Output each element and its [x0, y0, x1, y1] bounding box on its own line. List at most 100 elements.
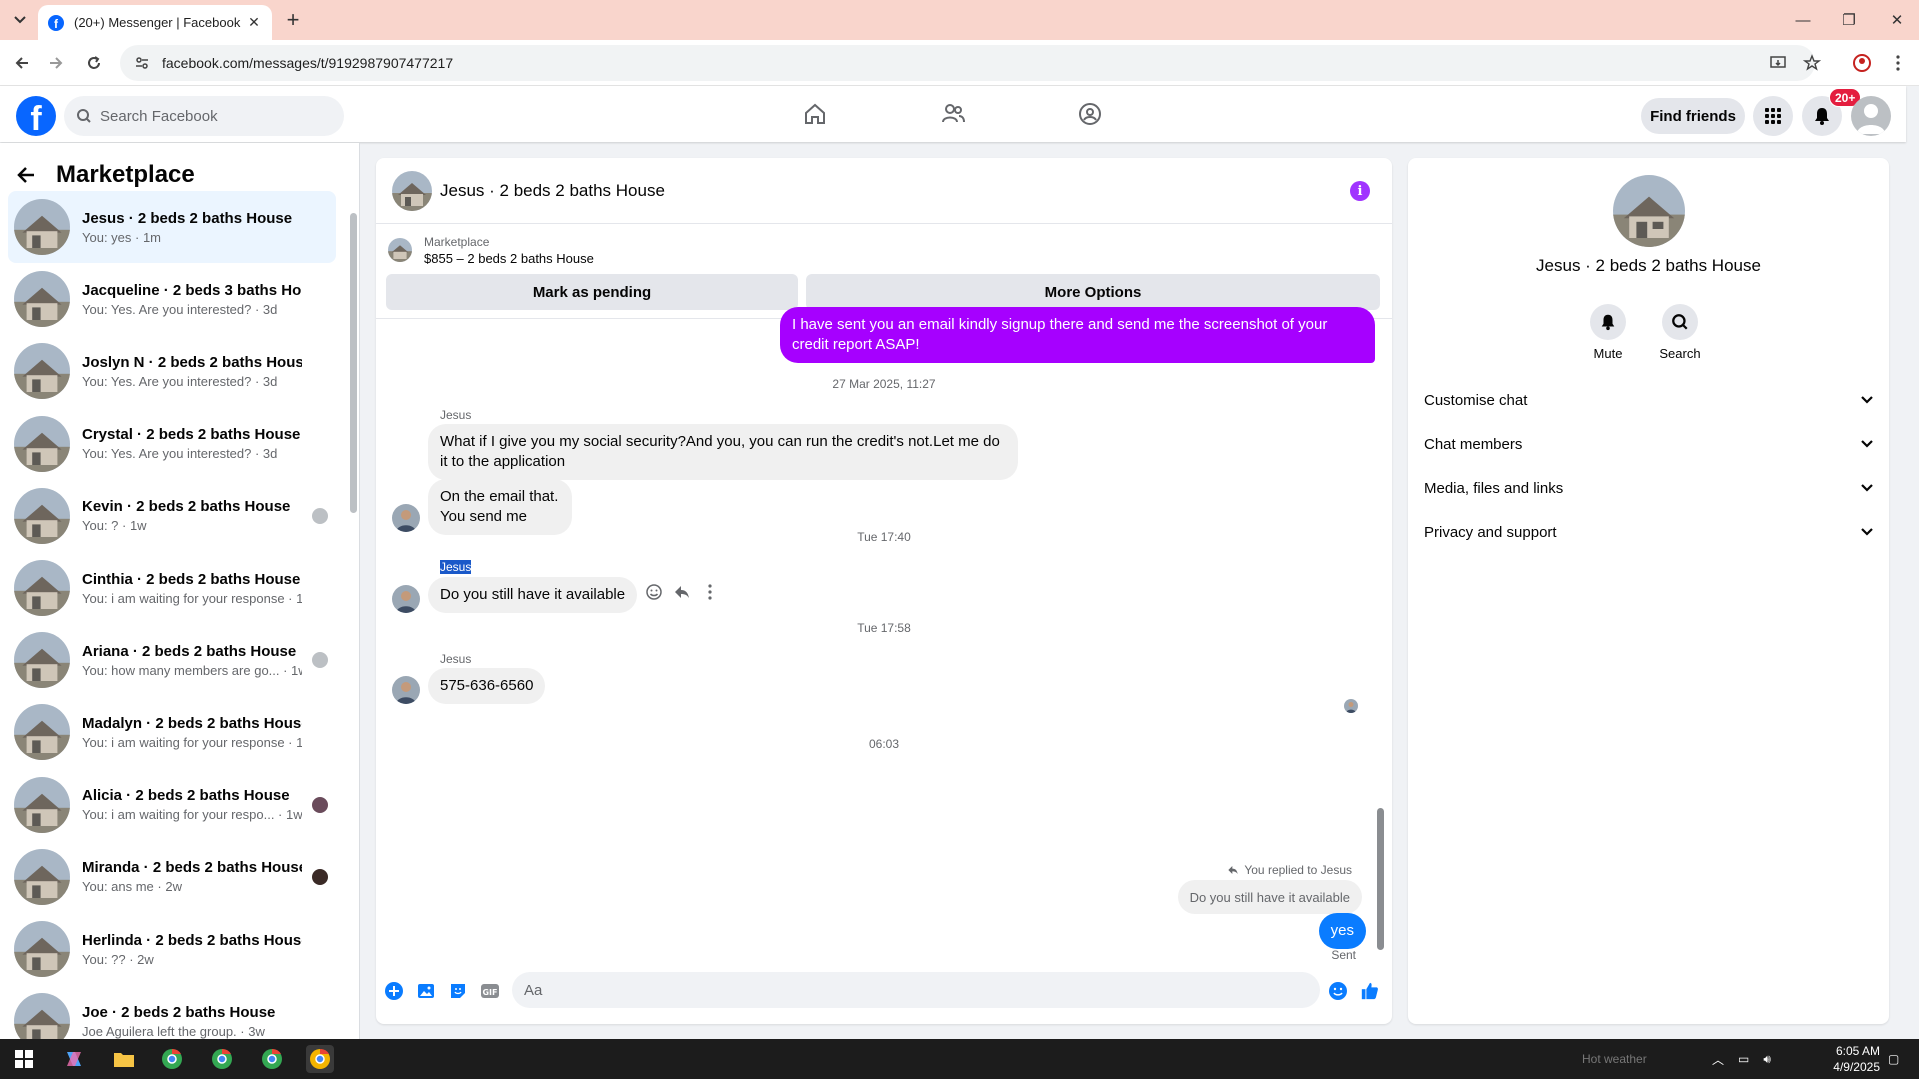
like-thumbs-up-icon[interactable]	[1360, 981, 1380, 1001]
new-tab-button[interactable]: +	[282, 7, 304, 32]
address-bar[interactable]: facebook.com/messages/t/9192987907477217	[120, 45, 1815, 81]
install-app-icon[interactable]	[1766, 51, 1790, 75]
conversation-item[interactable]: Madalyn · 2 beds 2 baths House You: i am …	[8, 696, 336, 768]
message-input[interactable]: Aa	[512, 972, 1320, 1008]
chat-scrollbar-thumb[interactable]	[1377, 808, 1384, 950]
customise-chat-row[interactable]: Customise chat	[1424, 385, 1874, 415]
windows-start-icon[interactable]	[10, 1045, 38, 1073]
chat-house-thumbnail[interactable]	[392, 170, 432, 211]
sidebar-scrollbar[interactable]	[350, 213, 357, 513]
conversation-item[interactable]: Joe · 2 beds 2 baths House Joe Aguilera l…	[8, 985, 336, 1039]
chevron-up-icon[interactable]: ︿	[1712, 1051, 1724, 1068]
taskbar-clock[interactable]: 6:05 AM 4/9/2025	[1816, 1043, 1880, 1075]
conversation-item[interactable]: Ariana · 2 beds 2 baths House You: how ma…	[8, 624, 336, 696]
chrome-profile-icon[interactable]	[258, 1045, 286, 1073]
outgoing-message[interactable]: yes	[1318, 913, 1366, 949]
find-friends-button[interactable]: Find friends	[1641, 98, 1745, 134]
chrome-app-icon[interactable]	[158, 1045, 186, 1073]
chat-avatar-large[interactable]	[1613, 175, 1685, 247]
conversation-thumbnail	[14, 415, 70, 472]
replied-quote[interactable]: Do you still have it available	[1177, 880, 1362, 914]
incoming-message[interactable]: Do you still have it available	[428, 577, 638, 613]
browser-toolbar: facebook.com/messages/t/9192987907477217	[0, 40, 1919, 86]
browser-tab[interactable]: f (20+) Messenger | Facebook ✕	[38, 5, 272, 40]
conversation-name: Madalyn · 2 beds 2 baths House	[82, 714, 302, 732]
photo-icon[interactable]	[416, 981, 436, 1001]
close-window-icon[interactable]: ✕	[1884, 8, 1910, 32]
conversation-item[interactable]: Cinthia · 2 beds 2 baths House You: i am …	[8, 552, 336, 624]
chrome-profile-icon[interactable]	[208, 1045, 236, 1073]
reply-icon[interactable]	[672, 582, 692, 602]
weather-widget[interactable]: Hot weather	[1582, 1039, 1647, 1079]
friends-nav-icon[interactable]	[933, 94, 973, 134]
close-tab-icon[interactable]: ✕	[246, 14, 262, 31]
sidebar-title: Marketplace	[56, 161, 195, 188]
mute-button[interactable]: Mute	[1578, 304, 1638, 361]
facebook-logo[interactable]: f	[16, 96, 56, 136]
volume-icon[interactable]: 🔊︎	[1763, 1052, 1771, 1067]
conversation-name: Miranda · 2 beds 2 baths House	[82, 859, 302, 877]
groups-nav-icon[interactable]	[1070, 94, 1110, 134]
reload-icon[interactable]	[82, 51, 106, 75]
conversation-item[interactable]: Crystal · 2 beds 2 baths House You: Yes. …	[8, 408, 336, 480]
seen-avatar-icon	[312, 796, 328, 813]
clock-time: 6:05 AM	[1835, 1044, 1880, 1058]
info-icon[interactable]: i	[1350, 181, 1370, 201]
bookmark-star-icon[interactable]	[1800, 51, 1824, 75]
profile-icon[interactable]	[1850, 51, 1874, 75]
back-arrow-icon[interactable]	[16, 165, 36, 185]
timestamp: 06:03	[868, 737, 900, 751]
tab-list-chevron-icon[interactable]	[8, 10, 32, 30]
facebook-search-input[interactable]: Search Facebook	[64, 96, 344, 136]
marketplace-listing-bar[interactable]: Marketplace $855 – 2 beds 2 baths House	[388, 230, 1378, 270]
outgoing-message[interactable]: I have sent you an email kindly signup t…	[780, 307, 1375, 363]
seen-avatar-icon	[312, 507, 328, 524]
copilot-icon[interactable]	[60, 1045, 88, 1073]
mark-as-pending-button[interactable]: Mark as pending	[386, 274, 798, 310]
conversation-item[interactable]: Jacqueline · 2 beds 3 baths House You: Ye…	[8, 263, 336, 335]
privacy-support-row[interactable]: Privacy and support	[1424, 517, 1874, 547]
listing-thumbnail	[388, 238, 412, 262]
restore-window-icon[interactable]: ❐	[1836, 8, 1862, 32]
emoji-icon[interactable]	[1328, 981, 1348, 1001]
gif-icon[interactable]: GIF	[480, 981, 500, 1001]
conversation-item[interactable]: Jesus · 2 beds 2 baths House You: yes · 1…	[8, 191, 336, 263]
bell-icon	[1601, 314, 1615, 331]
search-conversation-button[interactable]: Search	[1650, 304, 1710, 361]
replied-label: You replied to Jesus	[1226, 863, 1352, 877]
conversation-item[interactable]: Alicia · 2 beds 2 baths House You: i am w…	[8, 769, 336, 841]
sender-avatar[interactable]	[392, 504, 420, 532]
back-icon[interactable]	[10, 51, 34, 75]
react-emoji-icon[interactable]	[644, 582, 664, 602]
chat-title[interactable]: Jesus · 2 beds 2 baths House	[440, 181, 665, 201]
more-actions-icon[interactable]	[700, 582, 720, 602]
conversation-thumbnail	[14, 848, 70, 905]
forward-icon[interactable]	[44, 51, 68, 75]
conversation-item[interactable]: Kevin · 2 beds 2 baths House You: ? · 1w	[8, 480, 336, 552]
incoming-message[interactable]: 575-636-6560	[428, 668, 546, 704]
account-avatar[interactable]	[1851, 96, 1891, 136]
network-icon[interactable]: ▭	[1738, 1052, 1749, 1066]
search-icon	[1672, 314, 1688, 330]
browser-menu-icon[interactable]	[1886, 51, 1910, 75]
menu-grid-icon[interactable]	[1753, 96, 1793, 136]
sticker-icon[interactable]	[448, 981, 468, 1001]
conversation-item[interactable]: Herlinda · 2 beds 2 baths House You: ?? ·…	[8, 913, 336, 985]
sender-avatar[interactable]	[392, 585, 420, 613]
chat-members-row[interactable]: Chat members	[1424, 429, 1874, 459]
chrome-active-icon[interactable]	[306, 1045, 334, 1073]
system-tray-icons[interactable]: ︿ ▭ 🔊︎	[1712, 1039, 1785, 1079]
conversation-item[interactable]: Joslyn N · 2 beds 2 baths House You: Yes.…	[8, 335, 336, 407]
incoming-message[interactable]: On the email that. You send me	[428, 479, 572, 535]
minimize-window-icon[interactable]: —	[1790, 8, 1816, 32]
more-options-button[interactable]: More Options	[806, 274, 1380, 310]
incoming-message[interactable]: What if I give you my social security?An…	[428, 424, 1018, 480]
add-plus-icon[interactable]	[384, 981, 404, 1001]
media-files-links-row[interactable]: Media, files and links	[1424, 473, 1874, 503]
home-nav-icon[interactable]	[795, 94, 835, 134]
conversation-item[interactable]: Miranda · 2 beds 2 baths House You: ans m…	[8, 841, 336, 913]
file-explorer-icon[interactable]	[110, 1045, 138, 1073]
site-info-icon[interactable]	[134, 55, 150, 71]
sender-avatar[interactable]	[392, 676, 420, 704]
notification-center-icon[interactable]: ▢	[1888, 1039, 1899, 1079]
